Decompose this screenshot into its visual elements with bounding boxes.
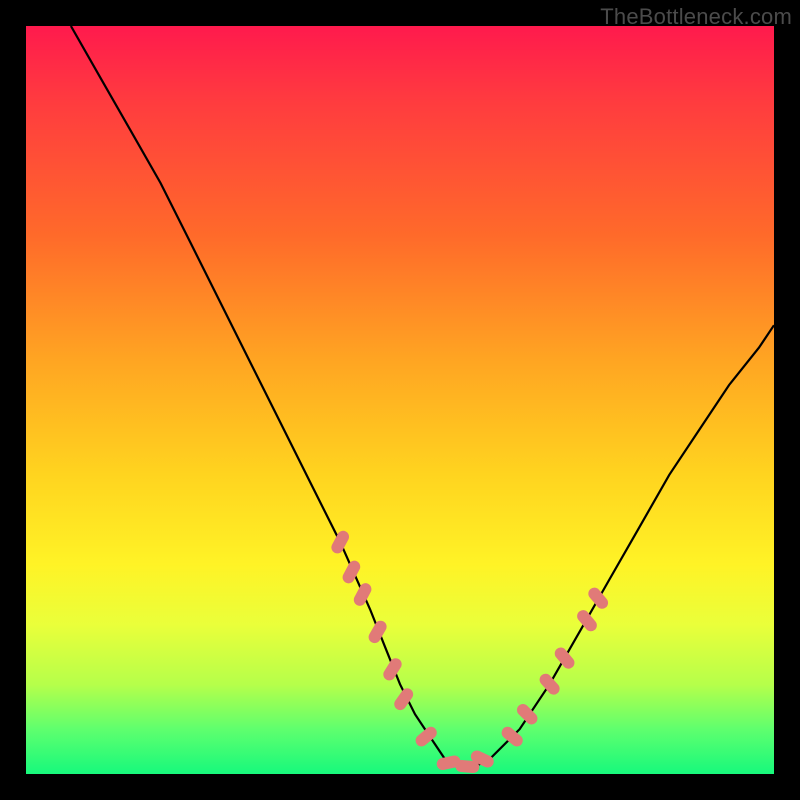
- plot-area: [26, 26, 774, 774]
- chart-frame: TheBottleneck.com: [0, 0, 800, 800]
- curve-marker: [586, 585, 611, 611]
- watermark-text: TheBottleneck.com: [600, 4, 792, 30]
- curve-marker: [352, 581, 374, 608]
- curve-marker: [537, 671, 562, 697]
- curve-svg: [26, 26, 774, 774]
- curve-marker: [366, 619, 388, 646]
- curve-marker: [329, 529, 351, 556]
- bottleneck-curve: [71, 26, 774, 767]
- curve-marker: [340, 559, 362, 586]
- curve-marker: [552, 645, 577, 671]
- curve-marker: [381, 656, 404, 683]
- curve-marker: [575, 608, 600, 634]
